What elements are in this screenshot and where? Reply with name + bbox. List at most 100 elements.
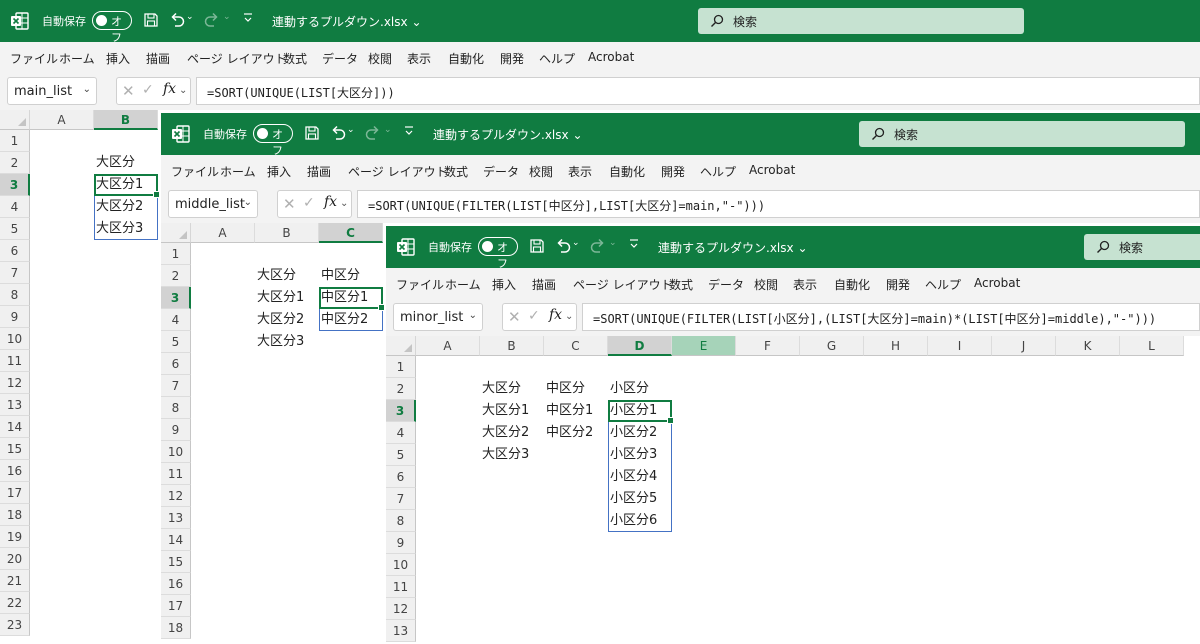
ribbon-tab-5[interactable]: 数式 [669,276,693,293]
active-cell-C3[interactable] [319,287,385,311]
column-header-G[interactable]: G [800,336,864,356]
column-header-I[interactable]: I [928,336,992,356]
column-header-F[interactable]: F [736,336,800,356]
ribbon-tab-11[interactable]: ヘルプ [539,50,575,67]
ribbon-tab-4[interactable]: ページ レイアウト [187,50,287,67]
undo-icon[interactable] [554,237,572,255]
ribbon-tab-6[interactable]: データ [708,276,744,293]
redo-icon[interactable] [589,237,607,255]
customize-quick-access-icon[interactable] [629,238,639,250]
redo-dropdown-icon[interactable]: ⌄ [223,12,231,22]
ribbon-tab-11[interactable]: ヘルプ [700,163,736,180]
row-header-19[interactable]: 19 [0,526,30,548]
autosave-toggle[interactable]: オフ [92,11,132,44]
row-header-4[interactable]: 4 [0,196,30,218]
excel-icon[interactable] [396,237,416,257]
row-header-20[interactable]: 20 [0,548,30,570]
column-header-L[interactable]: L [1120,336,1184,356]
cell-B3[interactable]: 大区分1 [480,400,544,422]
ribbon-tab-11[interactable]: ヘルプ [925,276,961,293]
ribbon-tab-3[interactable]: 描画 [307,163,331,180]
row-header-1[interactable]: 1 [161,243,191,265]
ribbon-tab-5[interactable]: 数式 [444,163,468,180]
row-header-2[interactable]: 2 [0,152,30,174]
ribbon-tab-8[interactable]: 表示 [793,276,817,293]
insert-function-icon[interactable]: fx [324,194,337,210]
column-header-A[interactable]: A [191,223,255,243]
column-header-B[interactable]: B [94,110,158,130]
autosave-toggle[interactable]: オフ [478,237,518,270]
ribbon-tab-3[interactable]: 描画 [146,50,170,67]
excel-icon[interactable] [10,11,30,31]
column-header-C[interactable]: C [544,336,608,356]
formula-input[interactable]: =SORT(UNIQUE(FILTER(LIST[小区分],(LIST[大区分]… [582,303,1200,331]
ribbon-tab-8[interactable]: 表示 [568,163,592,180]
row-header-8[interactable]: 8 [161,397,191,419]
ribbon-tab-10[interactable]: 開発 [500,50,524,67]
row-header-5[interactable]: 5 [161,331,191,353]
row-header-1[interactable]: 1 [386,356,416,378]
row-header-10[interactable]: 10 [0,328,30,350]
ribbon-tab-5[interactable]: 数式 [283,50,307,67]
row-header-3[interactable]: 3 [161,287,191,309]
ribbon-tab-2[interactable]: 挿入 [106,50,130,67]
undo-dropdown-icon[interactable]: ⌄ [347,125,355,135]
row-header-14[interactable]: 14 [0,416,30,438]
row-header-4[interactable]: 4 [386,422,416,444]
cell-B2[interactable]: 大区分 [255,265,319,287]
column-header-H[interactable]: H [864,336,928,356]
column-header-E[interactable]: E [672,336,736,356]
row-header-16[interactable]: 16 [161,573,191,595]
column-header-B[interactable]: B [255,223,319,243]
ribbon-tab-12[interactable]: Acrobat [974,276,1020,290]
redo-icon[interactable] [364,124,382,142]
document-title[interactable]: 連動するプルダウン.xlsx ⌄ [433,126,583,143]
cell-C4[interactable]: 中区分2 [544,422,608,444]
ribbon-tab-8[interactable]: 表示 [407,50,431,67]
enter-icon[interactable]: ✓ [142,82,154,98]
cell-B3[interactable]: 大区分1 [255,287,319,309]
row-header-11[interactable]: 11 [161,463,191,485]
ribbon-tab-9[interactable]: 自動化 [834,276,870,293]
row-header-15[interactable]: 15 [0,438,30,460]
excel-icon[interactable] [171,124,191,144]
row-header-3[interactable]: 3 [386,400,416,422]
row-header-12[interactable]: 12 [0,372,30,394]
row-header-9[interactable]: 9 [161,419,191,441]
column-header-K[interactable]: K [1056,336,1120,356]
row-header-13[interactable]: 13 [0,394,30,416]
formula-input[interactable]: =SORT(UNIQUE(LIST[大区分])) [196,77,1200,105]
row-header-11[interactable]: 11 [386,576,416,598]
ribbon-tab-4[interactable]: ページ レイアウト [348,163,448,180]
name-box-dropdown-icon[interactable]: ⌄ [83,84,91,95]
formula-expand-icon[interactable]: ⌄ [179,85,187,96]
insert-function-icon[interactable]: fx [163,81,176,97]
ribbon-tab-1[interactable]: ホーム [220,163,256,180]
row-header-2[interactable]: 2 [161,265,191,287]
row-header-4[interactable]: 4 [161,309,191,331]
column-header-C[interactable]: C [319,223,383,243]
row-header-7[interactable]: 7 [386,488,416,510]
row-header-2[interactable]: 2 [386,378,416,400]
undo-dropdown-icon[interactable]: ⌄ [572,238,580,248]
active-cell-B3[interactable] [94,174,160,198]
cancel-icon[interactable]: ✕ [283,195,296,213]
ribbon-tab-7[interactable]: 校閲 [754,276,778,293]
row-header-1[interactable]: 1 [0,130,30,152]
column-header-D[interactable]: D [608,336,672,356]
column-header-J[interactable]: J [992,336,1056,356]
name-box[interactable]: main_list ⌄ [7,77,97,105]
customize-quick-access-icon[interactable] [404,125,414,137]
ribbon-tab-10[interactable]: 開発 [886,276,910,293]
ribbon-tab-0[interactable]: ファイル [396,276,444,293]
row-header-3[interactable]: 3 [0,174,30,196]
customize-quick-access-icon[interactable] [243,12,253,24]
ribbon-tab-9[interactable]: 自動化 [609,163,645,180]
ribbon-tab-7[interactable]: 校閲 [529,163,553,180]
ribbon-tab-12[interactable]: Acrobat [588,50,634,64]
search-box[interactable]: 検索 [859,121,1185,147]
ribbon-tab-0[interactable]: ファイル [10,50,58,67]
redo-dropdown-icon[interactable]: ⌄ [609,238,617,248]
cell-D2[interactable]: 小区分 [608,378,672,400]
row-header-18[interactable]: 18 [0,504,30,526]
